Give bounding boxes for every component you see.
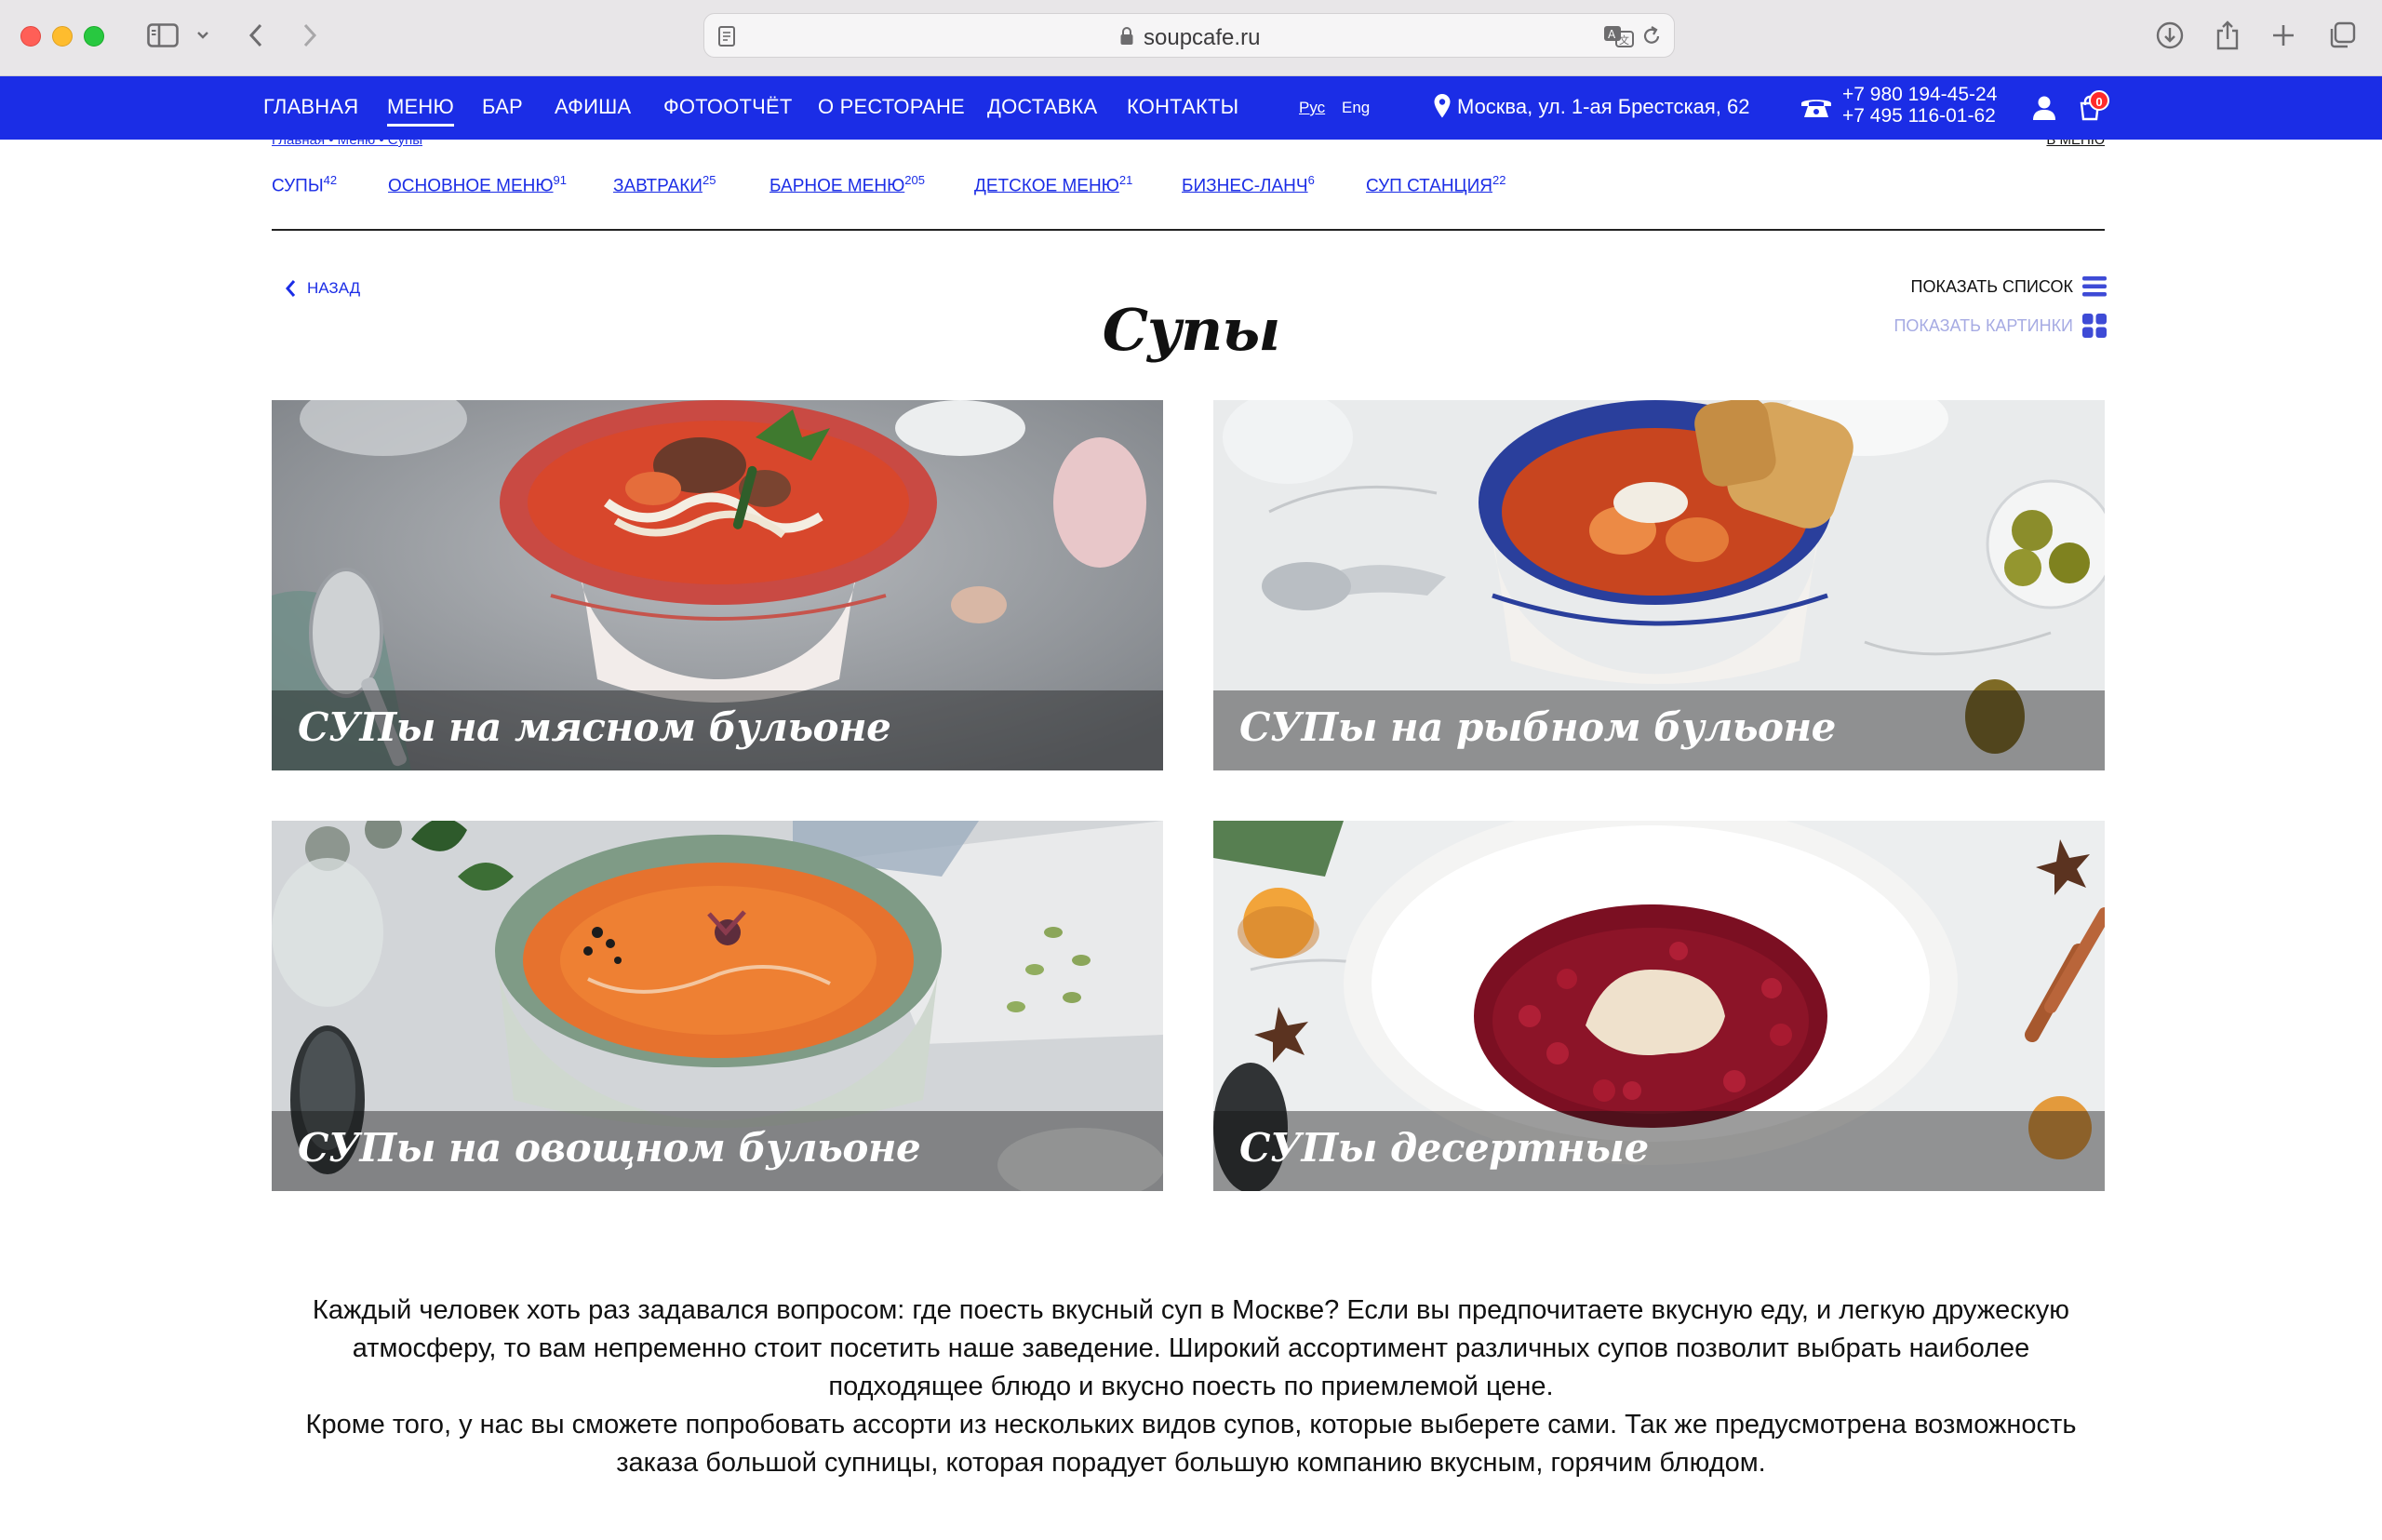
subnav-label: БАРНОЕ МЕНЮ [769,176,905,196]
subnav-count: 21 [1118,173,1133,187]
forward-arrow-icon[interactable] [296,17,324,54]
user-account-icon[interactable] [2032,95,2056,126]
subnav-label: БИЗНЕС-ЛАНЧ [1182,176,1308,196]
grid-view-icon [2082,314,2107,338]
restaurant-address: Москва, ул. 1-ая Брестская, 62 [1457,95,1750,118]
nav-item-afisha[interactable]: АФИША [555,95,631,119]
category-card-meat-broth[interactable]: СУПы на мясном бульоне [272,400,1163,770]
category-caption: СУПы на мясном бульоне [298,704,891,750]
back-button[interactable]: НАЗАД [285,279,360,298]
share-icon[interactable] [2209,17,2246,54]
phone-icon [1800,95,1833,124]
lang-ru-link[interactable]: Рус [1299,99,1325,117]
page-icon [717,25,736,52]
subnav-label: СУПЫ [272,176,324,196]
subnav-item-main-menu[interactable]: ОСНОВНОЕ МЕНЮ91 [388,173,567,196]
reload-icon[interactable] [1640,24,1663,53]
tab-overview-icon[interactable] [2322,17,2362,54]
category-caption: СУПы на рыбном бульоне [1239,704,1836,750]
subnav-count: 42 [323,173,338,187]
site-nav: ГЛАВНАЯ МЕНЮ БАР АФИША ФОТООТЧЁТ О РЕСТО… [0,76,2382,140]
subnav-count: 22 [1492,173,1506,187]
location-pin-icon [1433,93,1452,124]
address-bar[interactable]: soupcafe.ru A文 [703,13,1675,58]
subnav-label: СУП СТАНЦИЯ [1366,176,1492,196]
nav-item-menu[interactable]: МЕНЮ [387,95,454,127]
translate-icon[interactable]: A文 [1603,24,1635,53]
cart-count-badge: 0 [2089,90,2109,111]
fullscreen-window-button[interactable] [84,26,104,47]
subnav-label: ДЕТСКОЕ МЕНЮ [974,176,1119,196]
category-card-fish-broth[interactable]: СУПы на рыбном бульоне [1213,400,2105,770]
sidebar-toggle-icon[interactable] [141,17,184,54]
back-label: НАЗАД [307,279,361,297]
subnav-count: 205 [904,173,925,187]
show-pictures-label: ПОКАЗАТЬ КАРТИНКИ [1894,315,2073,335]
phone-number-2[interactable]: +7 495 116-01-62 [1842,105,1997,127]
lang-en-link[interactable]: Eng [1342,99,1370,117]
show-pictures-toggle[interactable]: ПОКАЗАТЬ КАРТИНКИ [1894,314,2107,338]
subnav-item-breakfasts[interactable]: ЗАВТРАКИ25 [613,173,716,196]
new-tab-icon[interactable] [2265,17,2302,54]
subnav-count: 6 [1307,173,1315,187]
subnav-item-soup-station[interactable]: СУП СТАНЦИЯ22 [1366,173,1505,196]
subnav-label: ЗАВТРАКИ [613,176,703,196]
subnav-count: 25 [702,173,716,187]
nav-item-delivery[interactable]: ДОСТАВКА [987,95,1097,119]
category-caption: СУПы десертные [1239,1125,1649,1171]
nav-item-home[interactable]: ГЛАВНАЯ [263,95,358,119]
subnav-item-bar-menu[interactable]: БАРНОЕ МЕНЮ205 [769,173,925,196]
lock-icon [1119,26,1134,51]
url-text: soupcafe.ru [1144,25,1261,50]
phone-number-1[interactable]: +7 980 194-45-24 [1842,84,1997,105]
nav-item-about[interactable]: О РЕСТОРАНЕ [818,95,965,119]
nav-item-photo-report[interactable]: ФОТООТЧЁТ [663,95,793,119]
section-divider [272,229,2105,231]
show-list-label: ПОКАЗАТЬ СПИСОК [1910,276,2073,296]
nav-item-contacts[interactable]: КОНТАКТЫ [1127,95,1238,119]
subnav-item-soups[interactable]: СУПЫ42 [272,173,337,196]
show-list-toggle[interactable]: ПОКАЗАТЬ СПИСОК [1911,275,2107,298]
svg-text:文: 文 [1619,33,1629,47]
category-caption: СУПы на овощном бульоне [298,1125,921,1171]
category-card-vegetable-broth[interactable]: СУПы на овощном бульоне [272,821,1163,1191]
subnav-label: ОСНОВНОЕ МЕНЮ [388,176,554,196]
description-paragraph: Каждый человек хоть раз задавался вопрос… [312,1295,2070,1401]
seo-description: Каждый человек хоть раз задавался вопрос… [272,1292,2110,1482]
subnav-item-kids-menu[interactable]: ДЕТСКОЕ МЕНЮ21 [974,173,1132,196]
list-view-icon [2082,276,2107,297]
subnav-item-business-lunch[interactable]: БИЗНЕС-ЛАНЧ6 [1182,173,1315,196]
category-card-dessert[interactable]: СУПы десертные [1213,821,2105,1191]
back-arrow-icon[interactable] [242,17,270,54]
close-window-button[interactable] [20,26,41,47]
chevron-left-icon [286,280,296,297]
svg-text:A: A [1608,28,1616,41]
nav-item-bar[interactable]: БАР [482,95,523,119]
minimize-window-button[interactable] [52,26,73,47]
phone-numbers[interactable]: +7 980 194-45-24 +7 495 116-01-62 [1842,84,1997,127]
downloads-icon[interactable] [2151,17,2188,54]
browser-toolbar: soupcafe.ru A文 [0,0,2382,76]
subnav-count: 91 [553,173,568,187]
chevron-down-icon[interactable] [190,17,216,54]
description-paragraph: Кроме того, у нас вы сможете попробовать… [305,1410,2077,1478]
